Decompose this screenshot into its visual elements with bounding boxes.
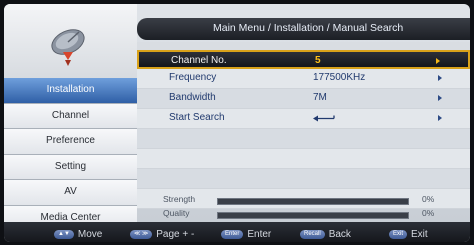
row-value: 7M xyxy=(313,92,327,103)
arrow-right-icon xyxy=(438,75,442,81)
arrow-right-icon xyxy=(436,58,440,64)
quality-meter: Quality 0% xyxy=(137,208,470,222)
hint-label: Enter xyxy=(247,229,272,241)
row-value: 5 xyxy=(315,55,321,66)
row-label: Frequency xyxy=(169,72,217,83)
arrow-right-icon xyxy=(438,115,442,121)
strength-meter: Strength 0% xyxy=(137,194,470,208)
move-key-icon: ▲▼ xyxy=(54,230,74,240)
hint-back: Recall Back xyxy=(300,226,351,241)
hint-label: Exit xyxy=(411,229,428,241)
hint-enter: Enter Enter xyxy=(221,226,272,241)
enter-key-icon: Enter xyxy=(221,230,244,240)
quality-value: 0% xyxy=(422,208,435,218)
hint-move: ▲▼ Move xyxy=(54,226,103,241)
settings-list: Channel No. 5 Frequency 177500KHz Bandwi… xyxy=(137,42,470,209)
hint-label: Move xyxy=(77,229,103,241)
hint-label: Back xyxy=(328,229,351,241)
page-key-icon: ≪ ≫ xyxy=(130,230,153,240)
row-label: Channel No. xyxy=(171,55,227,66)
hint-exit: Exit Exit xyxy=(389,226,428,241)
hint-label: Page + - xyxy=(156,229,195,241)
menu-item-setting[interactable]: Setting xyxy=(4,154,137,180)
menu-item-av[interactable]: AV xyxy=(4,180,137,206)
empty-row xyxy=(137,149,470,169)
empty-row xyxy=(137,129,470,149)
tv-screen: Main Menu / Installation / Manual Search… xyxy=(4,4,470,242)
empty-row xyxy=(137,169,470,189)
enter-symbol-icon xyxy=(313,115,335,122)
menu-item-channel[interactable]: Channel xyxy=(4,103,137,129)
strength-bar xyxy=(217,198,409,205)
recall-key-icon: Recall xyxy=(300,230,325,240)
side-menu: Installation Channel Preference Setting … xyxy=(4,78,137,231)
row-label: Start Search xyxy=(169,112,225,123)
arrow-right-icon xyxy=(438,95,442,101)
quality-label: Quality xyxy=(163,208,190,218)
hint-page: ≪ ≫ Page + - xyxy=(130,226,195,241)
logo-panel xyxy=(4,4,137,78)
menu-item-preference[interactable]: Preference xyxy=(4,129,137,155)
page-title: Main Menu / Installation / Manual Search xyxy=(213,22,404,34)
strength-label: Strength xyxy=(163,194,196,204)
row-frequency[interactable]: Frequency 177500KHz xyxy=(137,69,470,89)
strength-value: 0% xyxy=(422,194,435,204)
quality-bar xyxy=(217,212,409,219)
row-channel-no[interactable]: Channel No. 5 xyxy=(137,50,470,69)
row-value: 177500KHz xyxy=(313,72,366,83)
row-start-search[interactable]: Start Search xyxy=(137,109,470,129)
list-spacer xyxy=(137,42,470,50)
satellite-dish-icon xyxy=(51,29,85,66)
menu-item-installation[interactable]: Installation xyxy=(4,78,137,104)
header-bar: Main Menu / Installation / Manual Search xyxy=(137,18,470,40)
exit-key-icon: Exit xyxy=(389,230,408,240)
footer-hints: ▲▼ Move ≪ ≫ Page + - Enter Enter Recall Back… xyxy=(4,222,470,242)
row-bandwidth[interactable]: Bandwidth 7M xyxy=(137,89,470,109)
row-label: Bandwidth xyxy=(169,92,216,103)
